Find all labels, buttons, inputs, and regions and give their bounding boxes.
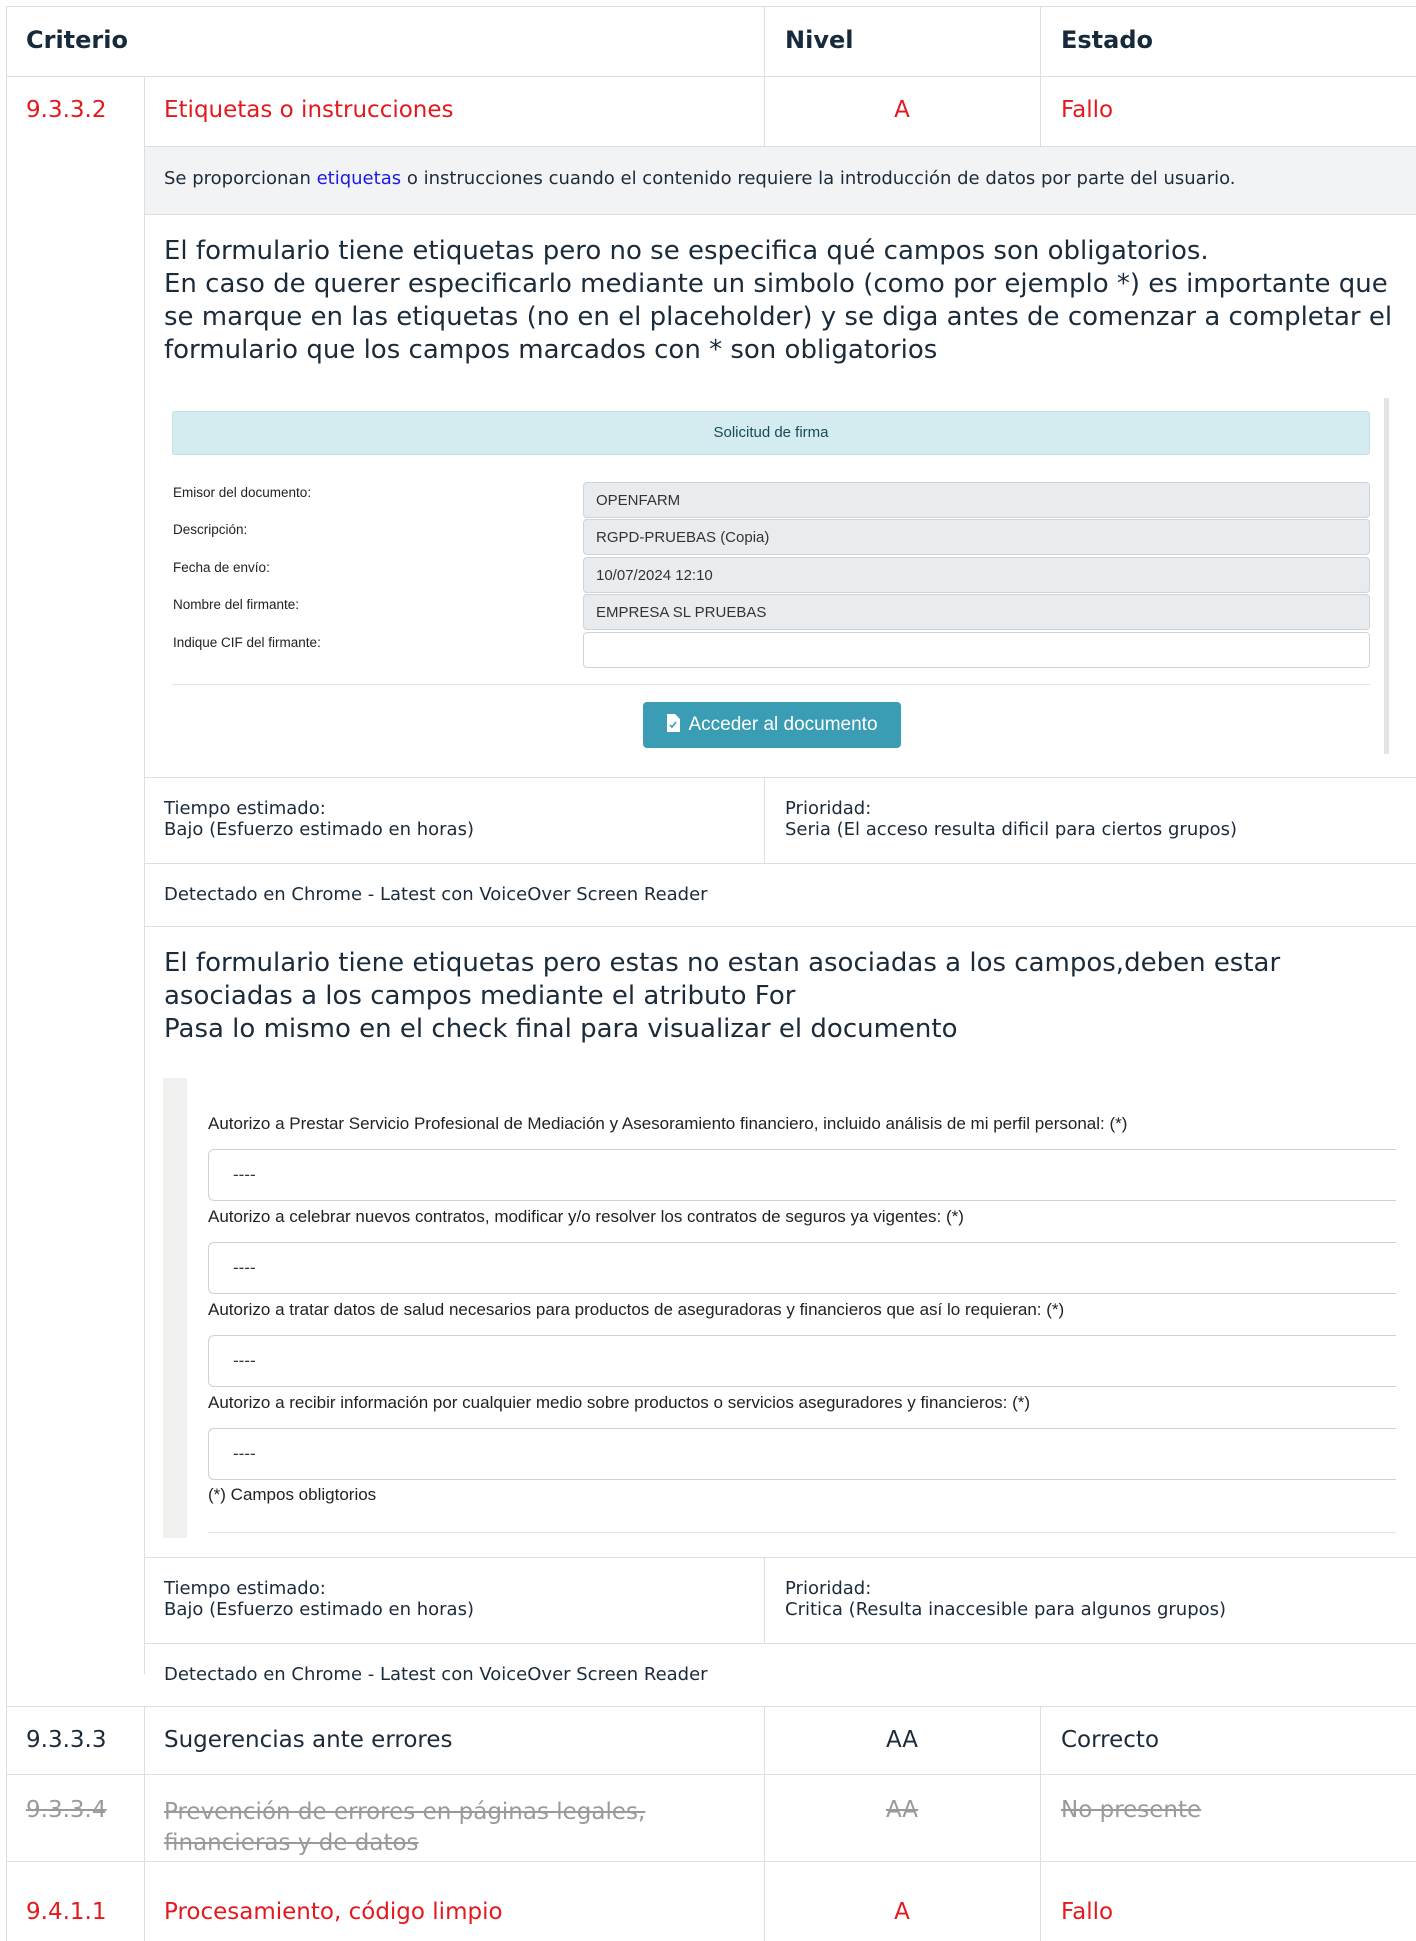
consent-label: Autorizo a tratar datos de salud necesar…	[208, 1300, 1065, 1319]
priority: Prioridad: Critica (Resulta inaccesible …	[785, 1578, 1226, 1620]
required-footnote: (*) Campos obligtorios	[208, 1485, 377, 1504]
estimated-time: Tiempo estimado: Bajo (Esfuerzo estimado…	[164, 1578, 474, 1620]
criterion-code: 9.3.3.3	[26, 1727, 107, 1753]
etiquetas-link[interactable]: etiquetas	[317, 168, 402, 189]
criterion-level: A	[894, 1899, 910, 1925]
form-title: Solicitud de firma	[172, 411, 1370, 455]
criterion-code: 9.4.1.1	[26, 1899, 107, 1925]
field-label: Fecha de envío:	[173, 560, 270, 575]
criterion-name[interactable]: Prevención de errores en páginas legales…	[164, 1797, 724, 1859]
document-icon	[667, 714, 681, 732]
time-label: Tiempo estimado:	[164, 798, 326, 819]
description-text: Se proporcionan	[164, 168, 317, 189]
column-header-nivel: Nivel	[785, 26, 854, 54]
criterion-status: Correcto	[1061, 1727, 1160, 1753]
priority-value: Seria (El acceso resulta dificil para ci…	[785, 819, 1238, 840]
time-value: Bajo (Esfuerzo estimado en horas)	[164, 1599, 474, 1620]
criterion-status: Fallo	[1061, 97, 1114, 123]
field-label: Descripción:	[173, 522, 248, 537]
consent-select: ----	[208, 1242, 1396, 1294]
screenshot-sidebar	[163, 1078, 187, 1538]
detected-in: Detectado en Chrome - Latest con VoiceOv…	[164, 884, 708, 905]
screenshot-scrollbar	[1384, 398, 1389, 754]
acceder-documento-button: Acceder al documento	[643, 702, 901, 748]
form-divider	[208, 1532, 1396, 1533]
priority: Prioridad: Seria (El acceso resulta difi…	[785, 798, 1237, 840]
consent-select: ----	[208, 1428, 1396, 1480]
consent-label: Autorizo a recibir información por cualq…	[208, 1393, 1031, 1412]
field-label: Nombre del firmante:	[173, 597, 300, 612]
field-label: Emisor del documento:	[173, 485, 312, 500]
button-label: Acceder al documento	[688, 714, 878, 735]
criterion-status: No presente	[1061, 1797, 1202, 1823]
column-header-estado: Estado	[1061, 26, 1154, 54]
detected-in: Detectado en Chrome - Latest con VoiceOv…	[164, 1664, 708, 1685]
priority-label: Prioridad:	[785, 1578, 872, 1599]
consent-select: ----	[208, 1149, 1396, 1201]
criterion-name[interactable]: Sugerencias ante errores	[164, 1727, 453, 1753]
consent-label: Autorizo a Prestar Servicio Profesional …	[208, 1114, 1128, 1133]
issue-description: El formulario tiene etiquetas pero estas…	[164, 948, 1281, 1044]
criterion-code: 9.3.3.4	[26, 1797, 107, 1823]
consent-select: ----	[208, 1335, 1396, 1387]
criterion-status: Fallo	[1061, 1899, 1114, 1925]
criterion-code: 9.3.3.2	[26, 97, 107, 123]
fecha-field: 10/07/2024 12:10	[583, 557, 1370, 593]
column-header-criterio: Criterio	[26, 26, 128, 54]
priority-value: Critica (Resulta inaccesible para alguno…	[785, 1599, 1227, 1620]
criterion-level: AA	[885, 1727, 919, 1753]
consent-label: Autorizo a celebrar nuevos contratos, mo…	[208, 1207, 964, 1226]
description-text-end: o instrucciones cuando el contenido requ…	[401, 168, 1236, 189]
criterion-description: Se proporcionan etiquetas o instruccione…	[145, 147, 1416, 214]
criterion-name[interactable]: Etiquetas o instrucciones	[164, 97, 454, 123]
field-label: Indique CIF del firmante:	[173, 635, 321, 650]
cif-input	[583, 632, 1370, 668]
issue-description: El formulario tiene etiquetas pero no se…	[164, 236, 1393, 365]
priority-label: Prioridad:	[785, 798, 872, 819]
time-label: Tiempo estimado:	[164, 1578, 326, 1599]
form-divider	[172, 684, 1370, 685]
criterion-name[interactable]: Procesamiento, código limpio	[164, 1899, 503, 1925]
estimated-time: Tiempo estimado: Bajo (Esfuerzo estimado…	[164, 798, 474, 840]
emisor-field: OPENFARM	[583, 482, 1370, 518]
descripcion-field: RGPD-PRUEBAS (Copia)	[583, 519, 1370, 555]
time-value: Bajo (Esfuerzo estimado en horas)	[164, 819, 474, 840]
criterion-level: A	[894, 97, 910, 123]
criterion-level: AA	[885, 1797, 919, 1823]
firmante-field: EMPRESA SL PRUEBAS	[583, 594, 1370, 630]
